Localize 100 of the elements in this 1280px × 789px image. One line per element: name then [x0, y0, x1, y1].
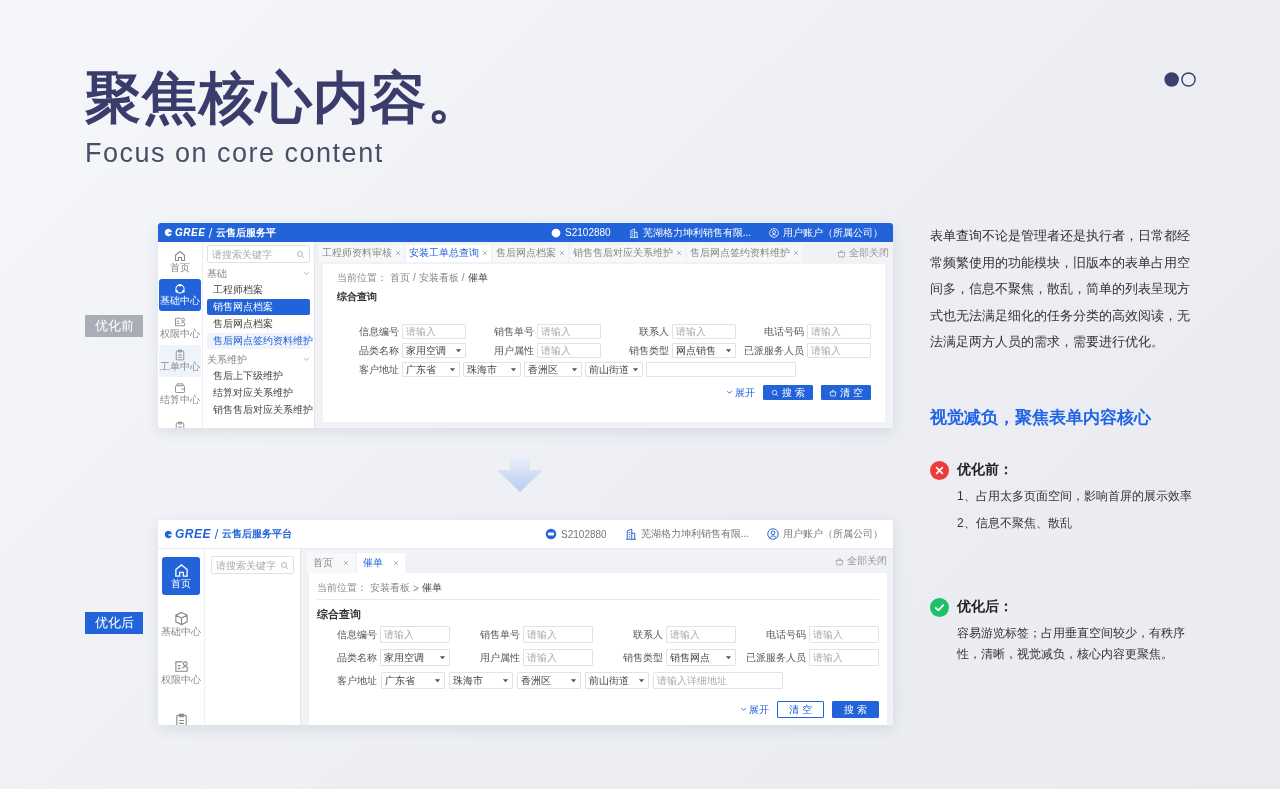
select-field[interactable]: 珠海市 [463, 362, 521, 377]
input-field[interactable]: 请输入 [809, 626, 879, 643]
page-title: 聚焦核心内容。 [85, 66, 484, 130]
input-field[interactable]: 请输入 [523, 626, 593, 643]
select-field[interactable]: 珠海市 [449, 672, 513, 689]
menu-item[interactable]: 售后上下级维护 [207, 368, 310, 384]
breadcrumb-label: 当前位置： [337, 270, 387, 285]
breadcrumb-link[interactable]: 催单 [421, 581, 442, 595]
clear-button[interactable]: 清 空 [821, 385, 871, 400]
nav-item[interactable]: 权限中心 [159, 312, 201, 344]
point-text: 容易游览标签；占用垂直空间较少，有秩序性，清晰，视觉减负，核心内容更聚焦。 [957, 624, 1186, 663]
select-field[interactable]: 香洲区 [517, 672, 581, 689]
nav-item[interactable]: 基础中心 [162, 605, 200, 643]
chevron-icon[interactable] [303, 356, 310, 363]
tab[interactable]: 工程师资料审核 [319, 244, 404, 262]
tab[interactable]: 销售售后对应关系维护 [570, 244, 685, 262]
menu-group-title[interactable]: 基础 [207, 266, 227, 281]
select-field[interactable]: 前山街道 [585, 672, 649, 689]
input-field[interactable]: 请输入 [666, 626, 736, 643]
header-text[interactable]: S2102880 [561, 528, 607, 540]
tab[interactable]: 催单 [357, 553, 405, 573]
search-field[interactable]: 请搜索关键字 [211, 556, 294, 574]
input-field[interactable]: 请输入 [537, 343, 601, 358]
close-icon[interactable] [676, 250, 682, 256]
clipboard-icon [174, 349, 186, 361]
header-text[interactable]: 芜湖格力坤利销售有限... [642, 225, 751, 240]
menu-item[interactable]: 销售网点档案 [207, 299, 310, 315]
input-field[interactable]: 请输入 [672, 324, 736, 339]
header-text[interactable]: S2102880 [565, 227, 611, 238]
field-label: 品类名称 [358, 343, 399, 358]
breadcrumb-link[interactable]: 安装看板 [370, 581, 410, 595]
select-field[interactable]: 网点销售 [672, 343, 736, 358]
nav-item[interactable]: 首页 [159, 246, 201, 278]
caret-icon [449, 366, 456, 373]
version-label: 优化后 [85, 611, 143, 634]
select-field[interactable]: 家用空调 [402, 343, 466, 358]
id-card-icon [174, 316, 186, 328]
field-label: 信息编号 [336, 627, 377, 642]
page-subtitle: Focus on core content [85, 138, 385, 169]
input-field[interactable]: 请输入详细地址 [653, 672, 783, 689]
header-text[interactable]: 芜湖格力坤利销售有限... [640, 527, 749, 541]
nav-item[interactable]: 首页 [162, 557, 200, 595]
tab[interactable]: 售后网点档案 [493, 244, 568, 262]
nav-item[interactable]: 结算中心 [159, 378, 201, 410]
search-field[interactable]: 请搜索关键字 [207, 245, 310, 263]
caret-icon [455, 347, 462, 354]
caret-icon [434, 677, 441, 684]
input-field[interactable]: 请输入 [380, 626, 450, 643]
input-field[interactable]: 请输入 [537, 324, 601, 339]
chevron-icon[interactable] [303, 270, 310, 277]
tab[interactable]: 售后网点签约资料维护 [687, 244, 802, 262]
select-field[interactable]: 销售网点 [666, 649, 736, 666]
expand-link[interactable]: 展开 [726, 385, 756, 400]
point-title: 优化后： [957, 598, 1013, 617]
select-field[interactable]: 家用空调 [380, 649, 450, 666]
header-text[interactable]: 用户账户（所属公司） [783, 527, 883, 541]
close-icon[interactable] [482, 250, 488, 256]
close-icon[interactable] [395, 250, 401, 256]
menu-item[interactable]: 结算对应关系维护 [207, 385, 310, 401]
version-label: 优化前 [85, 314, 143, 337]
input-field[interactable]: 请输入 [402, 324, 466, 339]
tab[interactable]: 安装工单总查询 [406, 244, 491, 262]
search-button[interactable]: 搜 索 [832, 701, 879, 718]
platform-name: 云售后服务平 [216, 225, 277, 240]
search-button[interactable]: 搜 索 [763, 385, 814, 400]
clear-button[interactable]: 清 空 [777, 701, 825, 718]
select-field[interactable]: 广东省 [402, 362, 460, 377]
id-card-icon [173, 658, 189, 674]
nav-item[interactable]: 工单中心 [159, 345, 201, 377]
nav-item[interactable]: 基础中心 [159, 279, 201, 311]
breadcrumb-link[interactable]: 首页 [390, 270, 410, 285]
building-icon [628, 227, 639, 238]
input-field[interactable] [646, 362, 796, 377]
close-icon[interactable] [559, 250, 565, 256]
breadcrumb-separator: > [413, 582, 419, 594]
field-label: 电话号码 [763, 324, 804, 339]
expand-link[interactable]: 展开 [740, 702, 770, 717]
input-field[interactable]: 请输入 [523, 649, 593, 666]
nav-item[interactable]: 权限中心 [162, 653, 200, 691]
breadcrumb-link[interactable]: 安装看板 [418, 270, 459, 285]
menu-group-title[interactable]: 关系维护 [207, 352, 247, 367]
menu-item[interactable]: 工程师档案 [207, 282, 310, 298]
input-field[interactable]: 请输入 [807, 324, 871, 339]
input-field[interactable]: 请输入 [807, 343, 871, 358]
close-icon[interactable] [793, 250, 799, 256]
check-icon [930, 597, 949, 617]
close-icon[interactable] [393, 560, 399, 566]
caret-icon [510, 366, 517, 373]
input-field[interactable]: 请输入 [809, 649, 879, 666]
breadcrumb-link[interactable]: 催单 [467, 270, 488, 285]
select-field[interactable]: 广东省 [381, 672, 445, 689]
tab[interactable]: 首页 [307, 553, 355, 573]
header-text[interactable]: 用户账户（所属公司） [783, 225, 883, 240]
select-field[interactable]: 前山街道 [585, 362, 643, 377]
search-icon [280, 560, 289, 570]
field-label: 品类名称 [336, 650, 377, 665]
clipboard-icon [173, 712, 189, 725]
close-icon[interactable] [343, 560, 349, 566]
menu-item[interactable]: 售后网点档案 [207, 316, 310, 332]
select-field[interactable]: 香洲区 [524, 362, 582, 377]
